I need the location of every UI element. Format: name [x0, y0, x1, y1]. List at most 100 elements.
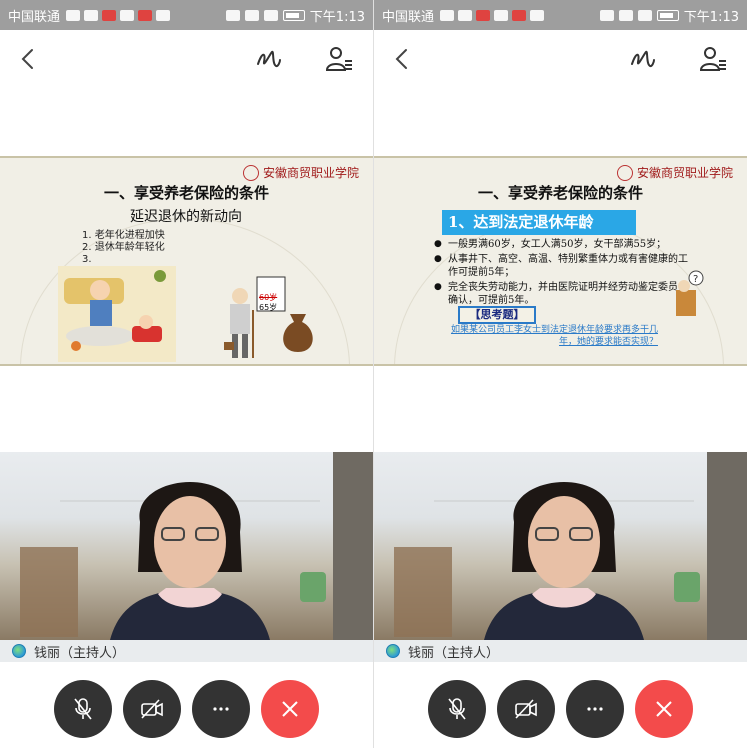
video-background-plant — [300, 572, 326, 602]
status-right: 下午1:13 — [225, 6, 365, 25]
more-button[interactable] — [566, 680, 624, 738]
video-background-wall — [333, 452, 373, 640]
family-illustration — [58, 266, 176, 362]
slide-bullet: 从事井下、高空、高温、特别繁重体力或有害健康的工作可提前5年； — [434, 253, 694, 279]
app-icon-3 — [156, 9, 171, 21]
video-background-wall — [707, 452, 747, 640]
participants-icon[interactable] — [698, 44, 728, 74]
app-icon-2 — [512, 9, 527, 21]
app-icon — [494, 9, 509, 21]
alarm-icon — [263, 9, 278, 21]
host-name: 钱丽（主持人） — [34, 645, 126, 661]
seal-icon — [616, 164, 633, 181]
think-question-text: 如果某公司员工李女士到法定退休年龄要求再多干几年，她的要求能否实现？ — [450, 325, 658, 347]
think-question-label: 【思考题】 — [458, 306, 536, 324]
slide-list-item: 1. 老年化进程加快 — [82, 230, 165, 241]
more-icon — [587, 707, 603, 711]
slide-logo: 安徽商贸职业学院 — [616, 164, 733, 181]
battery-icon — [282, 9, 305, 21]
slide-list-item: 3. — [82, 254, 92, 265]
pane-divider — [373, 0, 374, 748]
back-icon[interactable] — [388, 44, 418, 74]
shared-slide: 安徽商贸职业学院 一、享受养老保险的条件 1、达到法定退休年龄 一般男满60岁，… — [374, 156, 747, 366]
status-bar: 中国联通 下午1:13 — [0, 0, 373, 30]
camera-button[interactable] — [123, 680, 181, 738]
clock-label: 下午1:13 — [683, 9, 739, 25]
host-label-bar: 钱丽（主持人） — [0, 640, 373, 662]
slide-banner: 1、达到法定退休年龄 — [442, 210, 636, 235]
notification-icon — [476, 9, 491, 21]
host-label-bar: 钱丽（主持人） — [374, 640, 747, 662]
phone-left: 中国联通 下午1:13 安徽商贸职业学院 一、享受养老保险的条件 延迟退休的新动… — [0, 0, 373, 748]
pen-icon[interactable] — [628, 44, 658, 74]
sign-new-age: 65岁 — [259, 303, 278, 312]
signal-icon — [84, 9, 99, 21]
video-background-door — [20, 547, 78, 637]
top-bar — [0, 30, 373, 88]
camera-off-icon — [515, 699, 537, 719]
video-background-plant — [674, 572, 700, 602]
status-bar: 中国联通 下午1:13 — [374, 0, 747, 30]
presenter-figure — [110, 482, 270, 640]
camera-button[interactable] — [497, 680, 555, 738]
money-bag-illustration — [283, 314, 313, 352]
video-background-door — [394, 547, 452, 637]
slide-bullet: 完全丧失劳动能力，并由医院证明并经劳动鉴定委员会确认，可提前5年。 — [434, 281, 694, 307]
mute-button[interactable] — [54, 680, 112, 738]
slide-bullet: 一般男满60岁，女工人满50岁，女干部满55岁； — [434, 238, 694, 251]
notification-icon — [102, 9, 117, 21]
slide-title: 一、享受养老保险的条件 — [477, 184, 643, 202]
slide-title: 一、享受养老保险的条件 — [103, 184, 269, 202]
hangup-button[interactable] — [635, 680, 693, 738]
svg-text:?: ? — [693, 274, 698, 285]
top-bar — [374, 30, 747, 88]
mute-button[interactable] — [428, 680, 486, 738]
host-status-icon — [12, 644, 26, 658]
clock-label: 下午1:13 — [309, 9, 365, 25]
hangup-icon — [282, 701, 298, 717]
sim-icon — [440, 9, 455, 21]
call-controls — [374, 680, 747, 740]
app-icon — [120, 9, 135, 21]
hangup-icon — [656, 701, 672, 717]
signal-icon — [458, 9, 473, 21]
thinking-man-illustration: ? — [676, 270, 704, 316]
mic-off-icon — [74, 698, 92, 720]
slide-bullets: 一般男满60岁，女工人满50岁，女干部满55岁； 从事井下、高空、高温、特别繁重… — [434, 238, 694, 309]
slide-list-item: 2. 退休年龄年轻化 — [82, 242, 165, 253]
host-name: 钱丽（主持人） — [408, 645, 500, 661]
phone-right: 中国联通 下午1:13 安徽商贸职业学院 一、享受养老保险的条件 1、达到法定退… — [374, 0, 747, 748]
slide-logo: 安徽商贸职业学院 — [242, 164, 359, 181]
shared-slide: 安徽商贸职业学院 一、享受养老保险的条件 延迟退休的新动向 1. 老年化进程加快… — [0, 156, 373, 366]
vibrate-icon — [244, 9, 259, 21]
alarm-icon — [637, 9, 652, 21]
camera-off-icon — [141, 699, 163, 719]
participants-icon[interactable] — [324, 44, 354, 74]
more-button[interactable] — [192, 680, 250, 738]
split-screen: 中国联通 下午1:13 安徽商贸职业学院 一、享受养老保险的条件 延迟退休的新动… — [0, 0, 747, 748]
carrier-label: 中国联通 — [382, 9, 435, 25]
call-controls — [0, 680, 373, 740]
host-status-icon — [386, 644, 400, 658]
pen-icon[interactable] — [254, 44, 284, 74]
presenter-figure — [484, 482, 644, 640]
status-right: 下午1:13 — [599, 6, 739, 25]
hangup-button[interactable] — [261, 680, 319, 738]
back-icon[interactable] — [14, 44, 44, 74]
video-feed — [0, 452, 373, 640]
slide-list: 1. 老年化进程加快 2. 退休年龄年轻化 3. — [82, 230, 165, 266]
app-icon-2 — [138, 9, 153, 21]
seal-icon — [242, 164, 259, 181]
status-icons — [66, 9, 171, 21]
carrier-label: 中国联通 — [8, 9, 61, 25]
mic-off-icon — [448, 698, 466, 720]
battery-icon — [656, 9, 679, 21]
headset-icon — [599, 9, 614, 21]
slide-subtitle: 延迟退休的新动向 — [130, 209, 242, 225]
headset-icon — [225, 9, 240, 21]
vibrate-icon — [618, 9, 633, 21]
status-icons — [440, 9, 545, 21]
more-icon — [213, 707, 229, 711]
app-icon-3 — [530, 9, 545, 21]
video-feed — [374, 452, 747, 640]
